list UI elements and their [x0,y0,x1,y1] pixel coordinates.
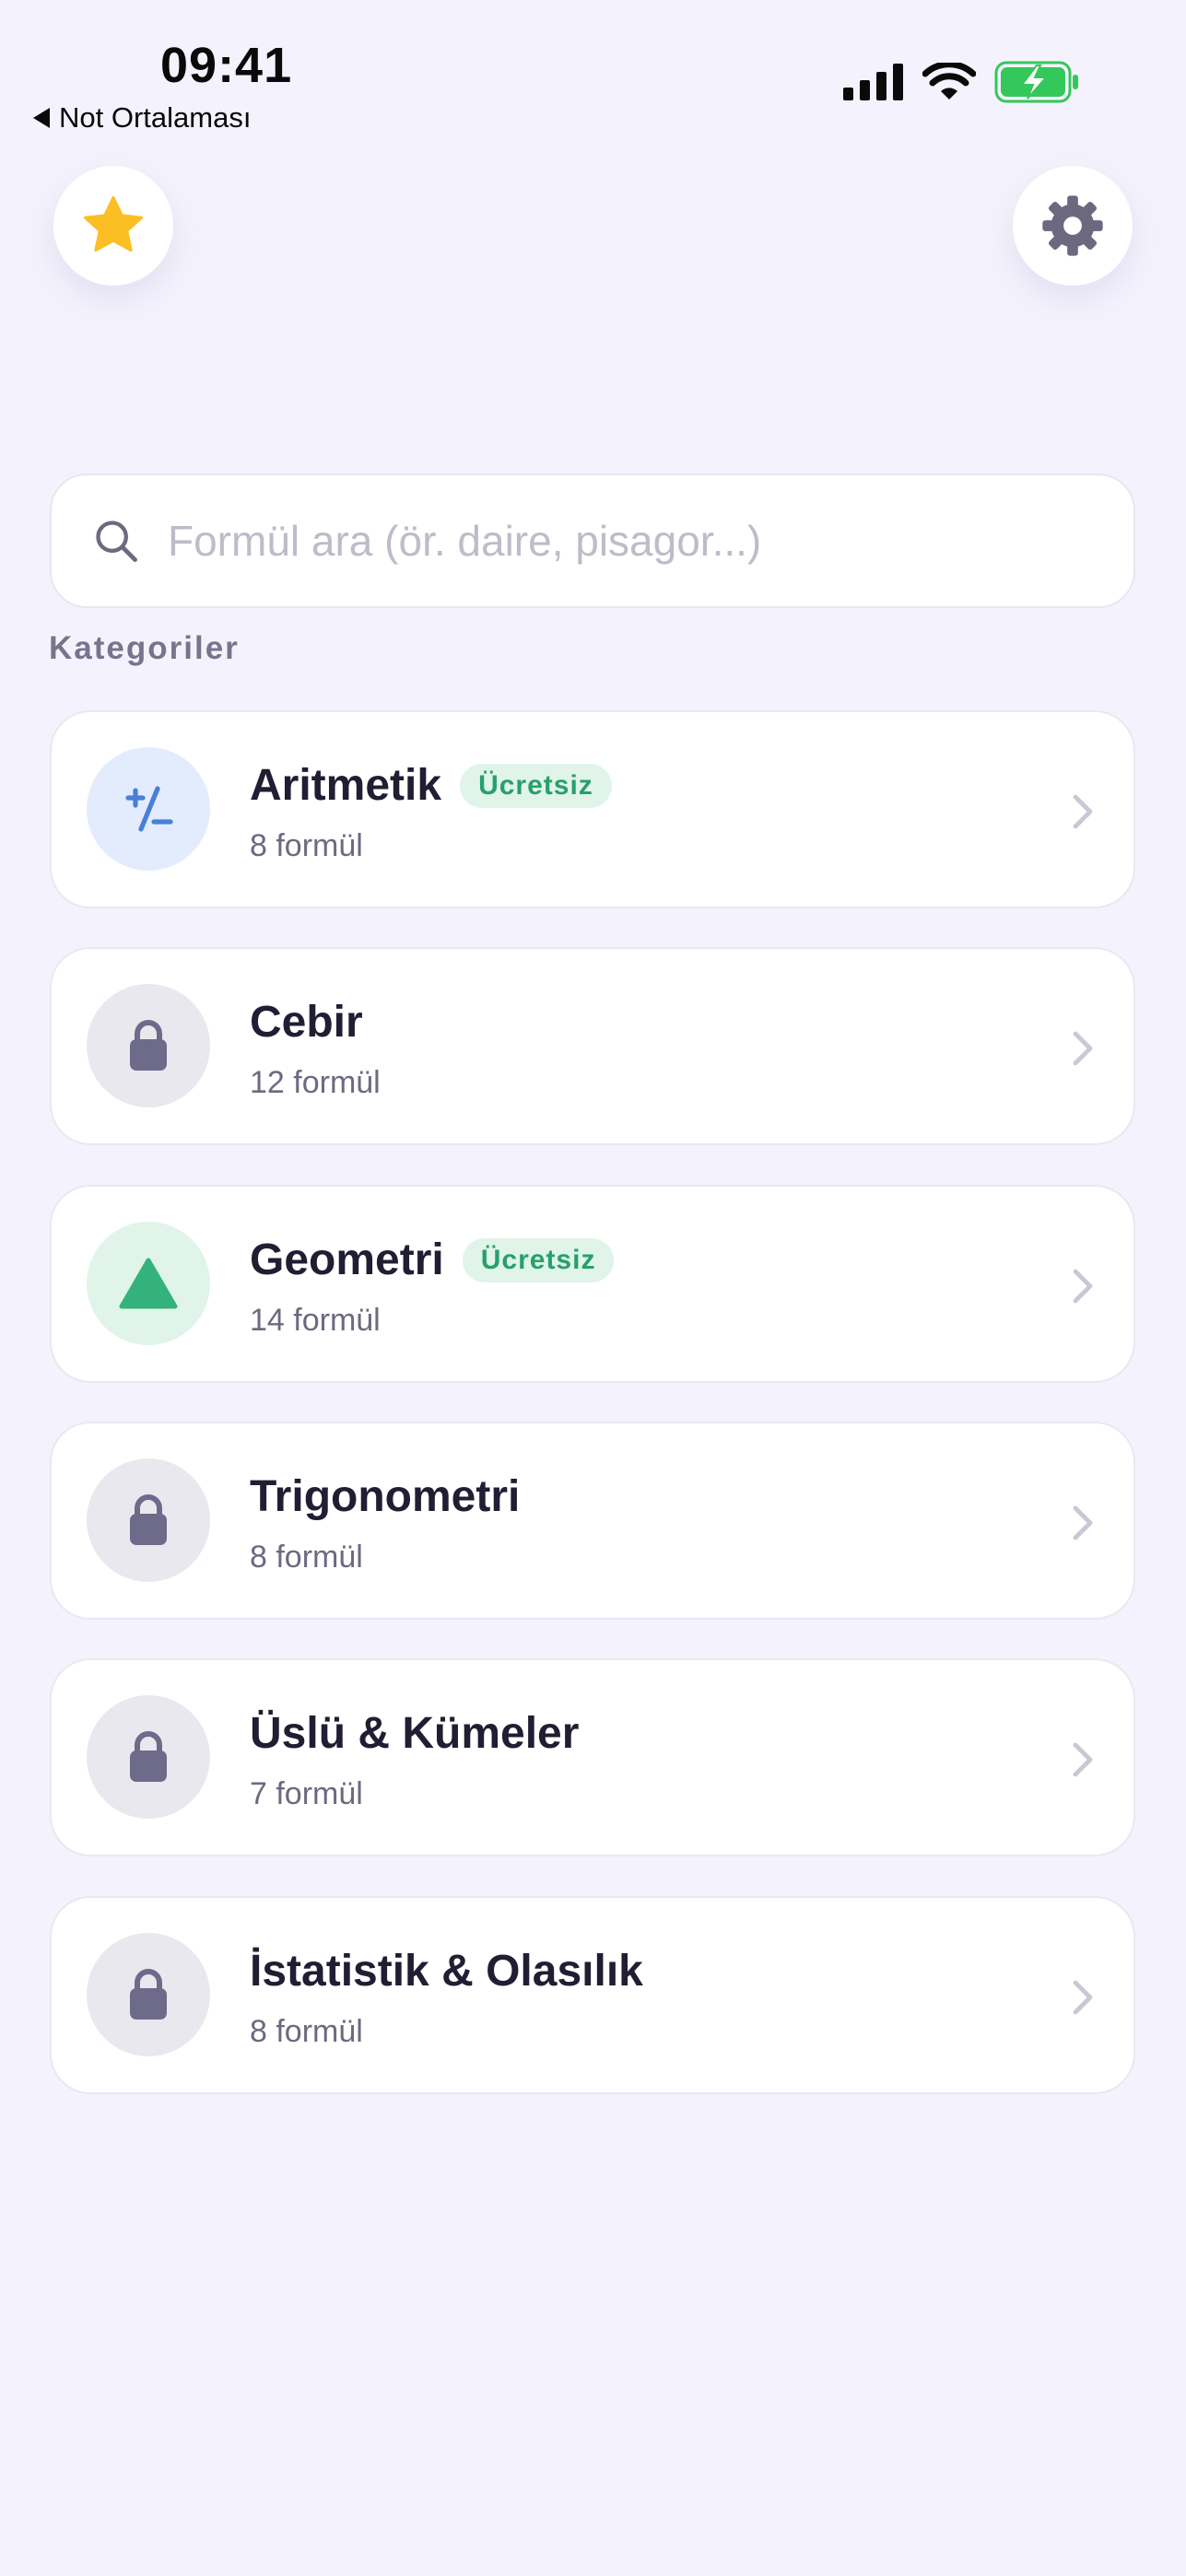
lock-icon [130,1494,167,1545]
category-icon-container [87,1933,210,2056]
category-name: Üslü & Kümeler [250,1709,580,1758]
category-name: Cebir [250,998,363,1047]
categories-title: Kategoriler [49,630,240,666]
chevron-right-icon [1069,1503,1097,1543]
category-title-row: İstatistik & Olasılık [250,1946,643,1996]
favorites-button[interactable] [53,166,173,286]
category-card-aritmetik[interactable]: Aritmetik Ücretsiz 8 formül [50,710,1135,908]
category-count: 14 formül [250,1303,381,1338]
category-count: 8 formül [250,2014,363,2049]
category-title-row: Üslü & Kümeler [250,1708,579,1759]
search-input[interactable] [166,515,1091,567]
category-icon-container [87,984,210,1107]
plus-minus-icon [125,786,173,832]
category-icon-container [87,1695,210,1819]
category-icon-container [87,1222,210,1345]
free-badge: Ücretsiz [462,1237,615,1282]
category-name: Aritmetik [250,761,442,810]
lock-icon [130,1969,167,2020]
wifi-icon [922,63,976,100]
category-title-row: Geometri Ücretsiz [250,1235,615,1285]
category-card-geometri[interactable]: Geometri Ücretsiz 14 formül [50,1185,1135,1383]
search-icon [90,515,142,567]
lock-icon [130,1020,167,1071]
chevron-right-icon [1069,1977,1097,2018]
signal-icon [843,64,903,100]
free-badge: Ücretsiz [460,763,612,808]
back-arrow-icon [33,108,50,128]
search-bar[interactable] [50,474,1135,608]
chevron-right-icon [1069,1739,1097,1780]
lock-icon [130,1731,167,1782]
battery-charging-icon [994,61,1078,103]
back-to-app-link[interactable]: Not Ortalaması [33,101,251,135]
category-card-trigonometri[interactable]: Trigonometri 8 formül [50,1422,1135,1620]
category-icon-container [87,1458,210,1582]
category-card-uslu-kumeler[interactable]: Üslü & Kümeler 7 formül [50,1658,1135,1856]
category-card-istatistik-olasilik[interactable]: İstatistik & Olasılık 8 formül [50,1896,1135,2094]
category-card-cebir[interactable]: Cebir 12 formül [50,947,1135,1145]
status-icons [843,61,1079,103]
chevron-right-icon [1069,1028,1097,1069]
chevron-right-icon [1069,1266,1097,1306]
category-count: 12 formül [250,1065,381,1100]
star-icon [83,195,144,252]
chevron-right-icon [1069,791,1097,832]
settings-button[interactable] [1013,166,1133,286]
triangle-icon [119,1258,178,1309]
category-title-row: Trigonometri [250,1471,520,1522]
back-app-label: Not Ortalaması [59,101,252,134]
category-name: İstatistik & Olasılık [250,1947,643,1996]
category-name: Geometri [250,1235,444,1284]
category-count: 8 formül [250,1540,363,1575]
category-title-row: Cebir [250,997,363,1048]
category-title-row: Aritmetik Ücretsiz [250,760,612,811]
category-name: Trigonometri [250,1472,521,1521]
category-icon-container [87,747,210,871]
category-count: 8 formül [250,828,363,863]
category-count: 7 formül [250,1776,363,1811]
status-time: 09:41 [160,38,293,93]
gear-icon [1042,195,1103,256]
